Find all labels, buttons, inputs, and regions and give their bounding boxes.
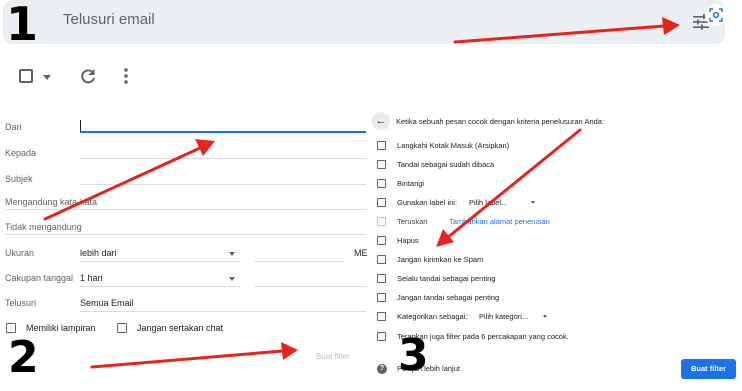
search-in-label: Telusuri [5,298,37,308]
date-range-caret-icon[interactable] [229,277,235,281]
search-box[interactable]: Telusuri email [3,0,725,44]
action-row[interactable]: Terapkan juga filter pada 6 percakapan y… [377,331,737,345]
action-row[interactable]: Gunakan label ini: Pilih label... [377,197,737,211]
lens-icon[interactable] [705,4,727,26]
mail-toolbar [0,60,742,94]
categorize-checkbox[interactable] [377,312,386,321]
no-words-input[interactable] [5,234,366,235]
forward-checkbox[interactable] [377,217,386,226]
action-label: Tandai sebagai sudah dibaca [397,160,495,169]
date-range-line [80,286,240,287]
size-operator-select[interactable]: lebih dari [80,248,117,258]
action-label: Gunakan label ini: [397,198,458,207]
add-forwarding-link[interactable]: Tambahkan alamat penerusan [449,217,550,226]
to-label: Kepada [5,148,37,158]
select-all-checkbox[interactable] [19,69,33,83]
more-vert-icon[interactable] [118,66,134,86]
help-icon: ? [377,364,387,374]
actions-intro: Ketika sebuah pesan cocok dengan kriteri… [396,117,605,126]
select-dropdown-icon[interactable] [43,75,51,80]
skip-inbox-checkbox[interactable] [377,141,386,150]
size-label: Ukuran [5,248,35,258]
subject-input[interactable] [80,184,366,185]
never-spam-checkbox[interactable] [377,255,386,264]
action-label: Teruskan [397,217,428,226]
apply-existing-checkbox[interactable] [377,332,386,341]
has-words-label: Mengandung kata-kata [5,197,98,207]
from-label: Dari [5,122,22,132]
size-value-input[interactable] [254,261,344,262]
action-label: Selalu tandai sebagai penting [397,274,496,283]
never-important-checkbox[interactable] [377,293,386,302]
date-range-select[interactable]: 1 hari [80,273,103,283]
action-row[interactable]: Kategorikan sebagai: Pilih kategori... [377,311,737,325]
action-row[interactable]: Teruskan Tambahkan alamat penerusan [377,216,737,230]
search-input[interactable]: Telusuri email [63,11,155,28]
star-checkbox[interactable] [377,179,386,188]
exclude-chats-checkbox[interactable] [117,323,127,333]
date-input[interactable] [254,286,366,287]
action-label: Bintangi [397,179,425,188]
exclude-chats-label: Jangan sertakan chat [137,323,224,333]
action-row[interactable]: Selalu tandai sebagai penting [377,273,737,287]
action-label: Hapus [397,236,419,245]
label-select[interactable]: Pilih label... [469,198,507,207]
annotation-number-3: 3 [398,330,429,381]
size-operator-caret-icon[interactable] [229,252,235,256]
action-row[interactable]: Langkahi Kotak Masuk (Arsipkan) [377,140,737,154]
action-row[interactable]: Jangan kirimkan ke Spam [377,254,737,268]
has-words-input[interactable] [5,209,366,210]
delete-checkbox[interactable] [377,236,386,245]
action-row[interactable]: Tandai sebagai sudah dibaca [377,159,737,173]
back-arrow-icon[interactable]: ← [372,112,390,130]
from-input[interactable] [80,131,366,133]
subject-label: Subjek [5,174,33,184]
category-select[interactable]: Pilih kategori... [479,312,528,321]
action-row[interactable]: Hapus [377,235,737,249]
annotation-number-1: 1 [6,0,39,51]
size-operator-line [80,261,240,262]
always-important-checkbox[interactable] [377,274,386,283]
search-in-line [80,311,366,312]
refresh-icon[interactable] [78,66,98,86]
no-words-label: Tidak mengandung [5,222,82,232]
to-input[interactable] [80,158,366,159]
text-cursor [80,120,81,131]
apply-label-checkbox[interactable] [377,198,386,207]
top-bar: Telusuri email [0,0,742,48]
search-in-select[interactable]: Semua Email [80,298,134,308]
size-unit-select[interactable]: ME [354,248,368,258]
action-label: Jangan kirimkan ke Spam [397,255,484,264]
date-range-label: Cakupan tanggal [5,273,74,283]
action-label: Jangan tandai sebagai penting [397,293,500,302]
action-label: Kategorikan sebagai: [397,312,468,321]
action-row[interactable]: Bintangi [377,178,737,192]
create-filter-link[interactable]: Buat filter [316,352,350,361]
filter-criteria-form: Dari Kepada Subjek Mengandung kata-kata … [0,112,368,391]
action-row[interactable]: Jangan tandai sebagai penting [377,292,737,306]
create-filter-button[interactable]: Buat filter [681,359,736,379]
label-select-caret-icon[interactable] [531,201,535,204]
action-label: Langkahi Kotak Masuk (Arsipkan) [397,141,510,150]
annotation-number-2: 2 [8,332,39,383]
mark-read-checkbox[interactable] [377,160,386,169]
category-select-caret-icon[interactable] [543,315,547,318]
